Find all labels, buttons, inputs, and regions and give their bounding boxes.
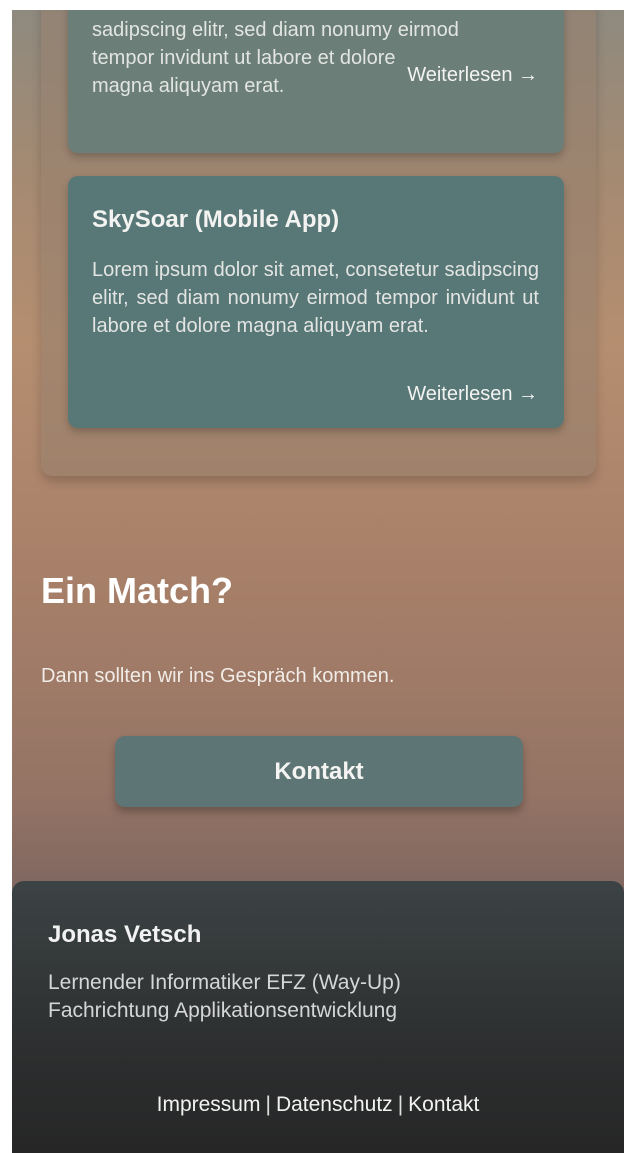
footer-kontakt-link[interactable]: Kontakt [408, 1093, 479, 1116]
project-card-text-line: sadipscing elitr, sed diam nonumy eirmod [92, 19, 459, 41]
footer-links: Impressum | Datenschutz | Kontakt [12, 1093, 624, 1117]
link-separator: | [397, 1093, 404, 1116]
project-card: SkySoar (Mobile App) Lorem ipsum dolor s… [68, 176, 564, 428]
read-more-link[interactable]: Weiterlesen → [407, 383, 538, 406]
project-card-text: Lorem ipsum dolor sit amet, consetetur s… [92, 259, 539, 337]
footer-role-line: Fachrichtung Applikationsentwicklung [48, 999, 398, 1022]
match-heading: Ein Match? [41, 570, 234, 611]
page-frame: sadipscing elitr, sed diam nonumy eirmod… [12, 10, 624, 1153]
impressum-link[interactable]: Impressum [157, 1093, 261, 1116]
project-card-title: SkySoar (Mobile App) [92, 206, 340, 233]
link-separator: | [265, 1093, 271, 1116]
footer: Jonas Vetsch Lernender Informatiker EFZ … [12, 881, 624, 1153]
read-more-link[interactable]: Weiterlesen → [407, 64, 538, 87]
footer-role: Lernender Informatiker EFZ (Way-Up) Fach… [48, 969, 401, 1025]
datenschutz-link[interactable]: Datenschutz [276, 1093, 393, 1116]
project-card: sadipscing elitr, sed diam nonumy eirmod… [68, 10, 564, 153]
footer-role-line: Lernender Informatiker EFZ (Way-Up) [48, 971, 401, 994]
project-card-text: sadipscing elitr, sed diam nonumy eirmod… [92, 16, 539, 100]
contact-button[interactable]: Kontakt [115, 736, 523, 807]
footer-name: Jonas Vetsch [48, 921, 202, 948]
match-subtitle: Dann sollten wir ins Gespräch kommen. [41, 665, 395, 687]
